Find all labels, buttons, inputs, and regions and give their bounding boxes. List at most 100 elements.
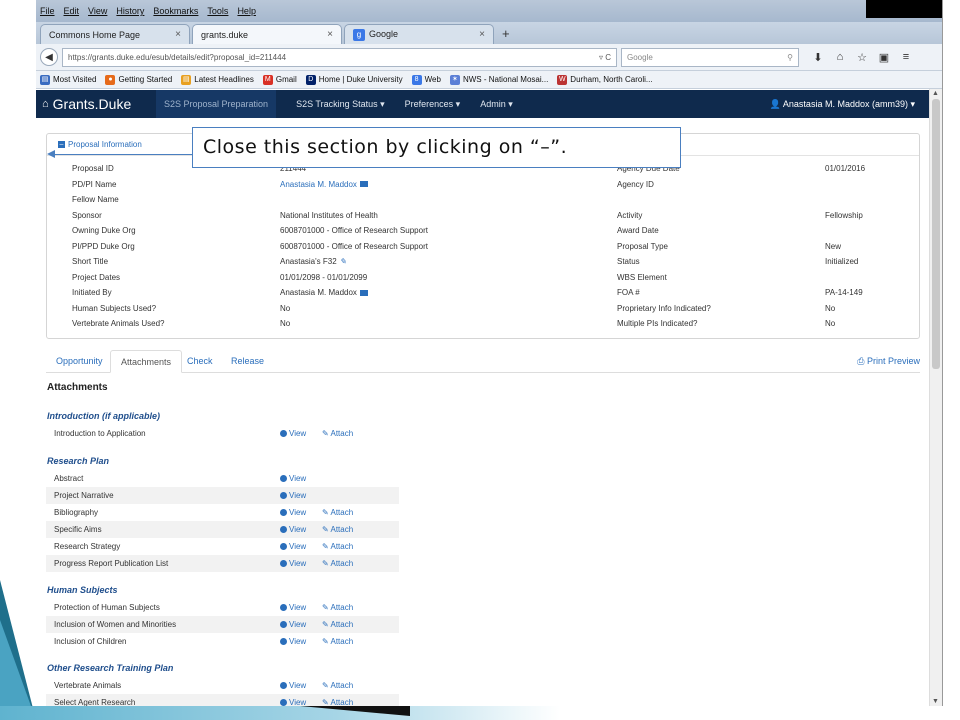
view-link[interactable]: View	[280, 508, 306, 517]
menu-edit[interactable]: Edit	[64, 6, 80, 16]
menu-icon[interactable]: ≡	[895, 51, 917, 64]
nav-s2s-tracking-status[interactable]: S2S Tracking Status ▾	[296, 99, 385, 110]
bookmark-label: Web	[424, 75, 441, 84]
bookmark-durham[interactable]: W Durham, North Caroli...	[557, 74, 653, 85]
info-row: Fellow Name	[47, 195, 919, 211]
attach-link[interactable]: ✎ Attach	[322, 542, 353, 551]
attachment-name: Research Strategy	[54, 542, 121, 551]
attach-label: Attach	[330, 681, 354, 690]
attachment-name: Specific Aims	[54, 525, 102, 534]
home-icon: ⌂	[42, 98, 49, 110]
tab-opportunity[interactable]: Opportunity	[46, 350, 113, 373]
reload-icon[interactable]: ▿ C	[599, 53, 611, 62]
info-row: Short Title Anastasia's F32 ✎ Status Initial…	[47, 257, 919, 273]
attach-link[interactable]: ✎ Attach	[322, 698, 353, 706]
bookmark-nws[interactable]: ✶ NWS - National Mosai...	[449, 74, 549, 85]
attach-link[interactable]: ✎ Attach	[322, 429, 353, 438]
tab-attachments[interactable]: Attachments	[110, 350, 183, 373]
menu-file[interactable]: File	[40, 6, 55, 16]
tab-commons[interactable]: Commons Home Page ×	[40, 24, 190, 44]
bookmark-web[interactable]: 8 Web	[411, 74, 441, 85]
tab-check[interactable]: Check	[177, 350, 223, 373]
info-value: 01/01/2016	[825, 164, 866, 173]
menu-history[interactable]: History	[116, 6, 144, 16]
attach-link[interactable]: ✎ Attach	[322, 681, 353, 690]
scroll-down-icon[interactable]: ▼	[932, 698, 939, 705]
tab-release[interactable]: Release	[221, 350, 274, 373]
download-icon[interactable]: ⬇	[807, 51, 829, 64]
bookmark-gmail[interactable]: M Gmail	[262, 74, 297, 85]
info-label: Human Subjects Used?	[72, 303, 157, 313]
nav-admin[interactable]: Admin ▾	[480, 99, 513, 110]
attach-label: Attach	[330, 559, 354, 568]
url-bar[interactable]: https://grants.duke.edu/esub/details/edi…	[62, 47, 617, 67]
attach-label: Attach	[330, 637, 354, 646]
minus-icon[interactable]: –	[58, 141, 65, 148]
bookmark-label: Durham, North Caroli...	[570, 75, 653, 84]
view-link[interactable]: View	[280, 681, 306, 690]
info-label: Status	[617, 257, 640, 266]
attachment-row: Research Strategy View ✎ Attach	[46, 538, 399, 555]
info-row: Sponsor National Institutes of Health Acti…	[47, 211, 919, 227]
scroll-thumb[interactable]	[932, 99, 940, 369]
bookmark-getting-started[interactable]: ● Getting Started	[105, 74, 172, 85]
menu-bookmarks[interactable]: Bookmarks	[153, 6, 198, 16]
bookmark-most-visited[interactable]: ▤ Most Visited	[40, 74, 96, 85]
view-link[interactable]: View	[280, 698, 306, 706]
bookmark-latest-headlines[interactable]: ▤ Latest Headlines	[181, 74, 254, 85]
view-link[interactable]: View	[280, 637, 306, 646]
bookmark-duke[interactable]: D Home | Duke University	[305, 74, 403, 85]
nav-s2s-proposal-preparation[interactable]: S2S Proposal Preparation	[156, 90, 277, 118]
attach-link[interactable]: ✎ Attach	[322, 508, 353, 517]
view-link[interactable]: View	[280, 474, 306, 483]
attach-link[interactable]: ✎ Attach	[322, 637, 353, 646]
info-label: Sponsor	[72, 210, 102, 220]
view-label: View	[289, 637, 307, 646]
bookmark-label: NWS - National Mosai...	[462, 75, 549, 84]
eye-icon	[280, 509, 287, 516]
info-row: Owning Duke Org 6008701000 - Office of Re…	[47, 226, 919, 242]
view-link[interactable]: View	[280, 620, 306, 629]
tab-grants-duke[interactable]: grants.duke ×	[192, 24, 342, 44]
scroll-up-icon[interactable]: ▲	[932, 90, 939, 97]
search-icon[interactable]: ⚲	[787, 53, 793, 62]
vertical-scrollbar[interactable]: ▲ ▼	[929, 89, 942, 706]
view-label: View	[289, 681, 307, 690]
attach-link[interactable]: ✎ Attach	[322, 603, 353, 612]
view-link[interactable]: View	[280, 429, 306, 438]
menu-view[interactable]: View	[88, 6, 107, 16]
section-heading: Other Research Training Plan	[47, 663, 174, 673]
attach-label: Attach	[330, 620, 354, 629]
star-icon[interactable]: ☆	[851, 51, 873, 64]
view-link[interactable]: View	[280, 525, 306, 534]
view-link[interactable]: View	[280, 491, 306, 500]
panel-title: Proposal Information	[68, 140, 142, 149]
home-icon[interactable]: ⌂	[829, 51, 851, 64]
envelope-icon[interactable]	[359, 181, 368, 188]
close-icon[interactable]: ×	[327, 29, 333, 40]
search-input[interactable]: Google ⚲	[621, 47, 799, 67]
bookmark-label: Latest Headlines	[194, 75, 254, 84]
attach-link[interactable]: ✎ Attach	[322, 620, 353, 629]
nav-preferences[interactable]: Preferences ▾	[405, 99, 461, 110]
print-preview-link[interactable]: ⎙ Print Preview	[857, 350, 920, 372]
attach-link[interactable]: ✎ Attach	[322, 559, 353, 568]
brand[interactable]: ⌂ Grants.Duke	[36, 96, 156, 112]
attachment-name: Protection of Human Subjects	[54, 603, 160, 612]
envelope-icon[interactable]	[359, 289, 368, 296]
view-link[interactable]: View	[280, 542, 306, 551]
back-icon[interactable]: ◀	[40, 48, 58, 66]
close-icon[interactable]: ×	[479, 29, 485, 40]
close-icon[interactable]: ×	[175, 29, 181, 40]
attach-link[interactable]: ✎ Attach	[322, 525, 353, 534]
new-tab-icon[interactable]: +	[502, 26, 510, 41]
user-menu[interactable]: 👤 Anastasia M. Maddox (amm39) ▾	[770, 99, 915, 110]
view-link[interactable]: View	[280, 603, 306, 612]
tab-google[interactable]: g Google ×	[344, 24, 494, 44]
view-link[interactable]: View	[280, 559, 306, 568]
view-label: View	[289, 698, 307, 706]
pencil-icon[interactable]: ✎	[340, 257, 347, 266]
clipboard-icon[interactable]: ▣	[873, 51, 895, 64]
menu-tools[interactable]: Tools	[207, 6, 228, 16]
menu-help[interactable]: Help	[237, 6, 256, 16]
